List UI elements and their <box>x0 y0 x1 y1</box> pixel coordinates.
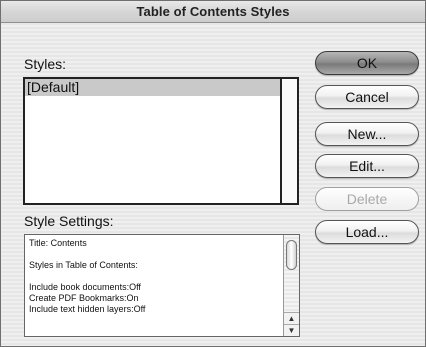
styles-list-box[interactable]: [Default] <box>23 77 299 205</box>
title-bar[interactable]: Table of Contents Styles <box>1 1 425 23</box>
cancel-button[interactable]: Cancel <box>315 85 419 109</box>
dialog-title: Table of Contents Styles <box>136 4 290 19</box>
scroll-up-icon[interactable]: ▲ <box>284 312 299 324</box>
styles-scrollbar[interactable] <box>280 79 297 203</box>
settings-line <box>29 271 279 282</box>
style-settings-text: Title: Contents Styles in Table of Conte… <box>29 238 279 334</box>
settings-line: Include book documents:Off <box>29 282 141 292</box>
settings-scroll-thumb[interactable] <box>286 240 297 270</box>
settings-line: Create PDF Bookmarks:On <box>29 293 139 303</box>
style-settings-label: Style Settings: <box>24 213 114 229</box>
styles-list[interactable]: [Default] <box>25 79 280 203</box>
new-button[interactable]: New... <box>315 122 419 146</box>
settings-scrollbar[interactable]: ▲ ▼ <box>283 235 299 336</box>
style-settings-box: Title: Contents Styles in Table of Conte… <box>24 234 300 337</box>
delete-button[interactable]: Delete <box>315 187 419 211</box>
dialog-window: Table of Contents Styles Styles: [Defaul… <box>0 0 426 347</box>
settings-line: Styles in Table of Contents: <box>29 260 138 270</box>
settings-line <box>29 249 279 260</box>
ok-button[interactable]: OK <box>315 51 419 75</box>
settings-line: Include text hidden layers:Off <box>29 304 146 314</box>
scroll-down-icon[interactable]: ▼ <box>284 324 299 336</box>
edit-button[interactable]: Edit... <box>315 154 419 178</box>
styles-label: Styles: <box>24 56 67 72</box>
settings-line: Title: Contents <box>29 238 87 248</box>
load-button[interactable]: Load... <box>315 220 419 244</box>
styles-list-item-default[interactable]: [Default] <box>25 79 280 96</box>
